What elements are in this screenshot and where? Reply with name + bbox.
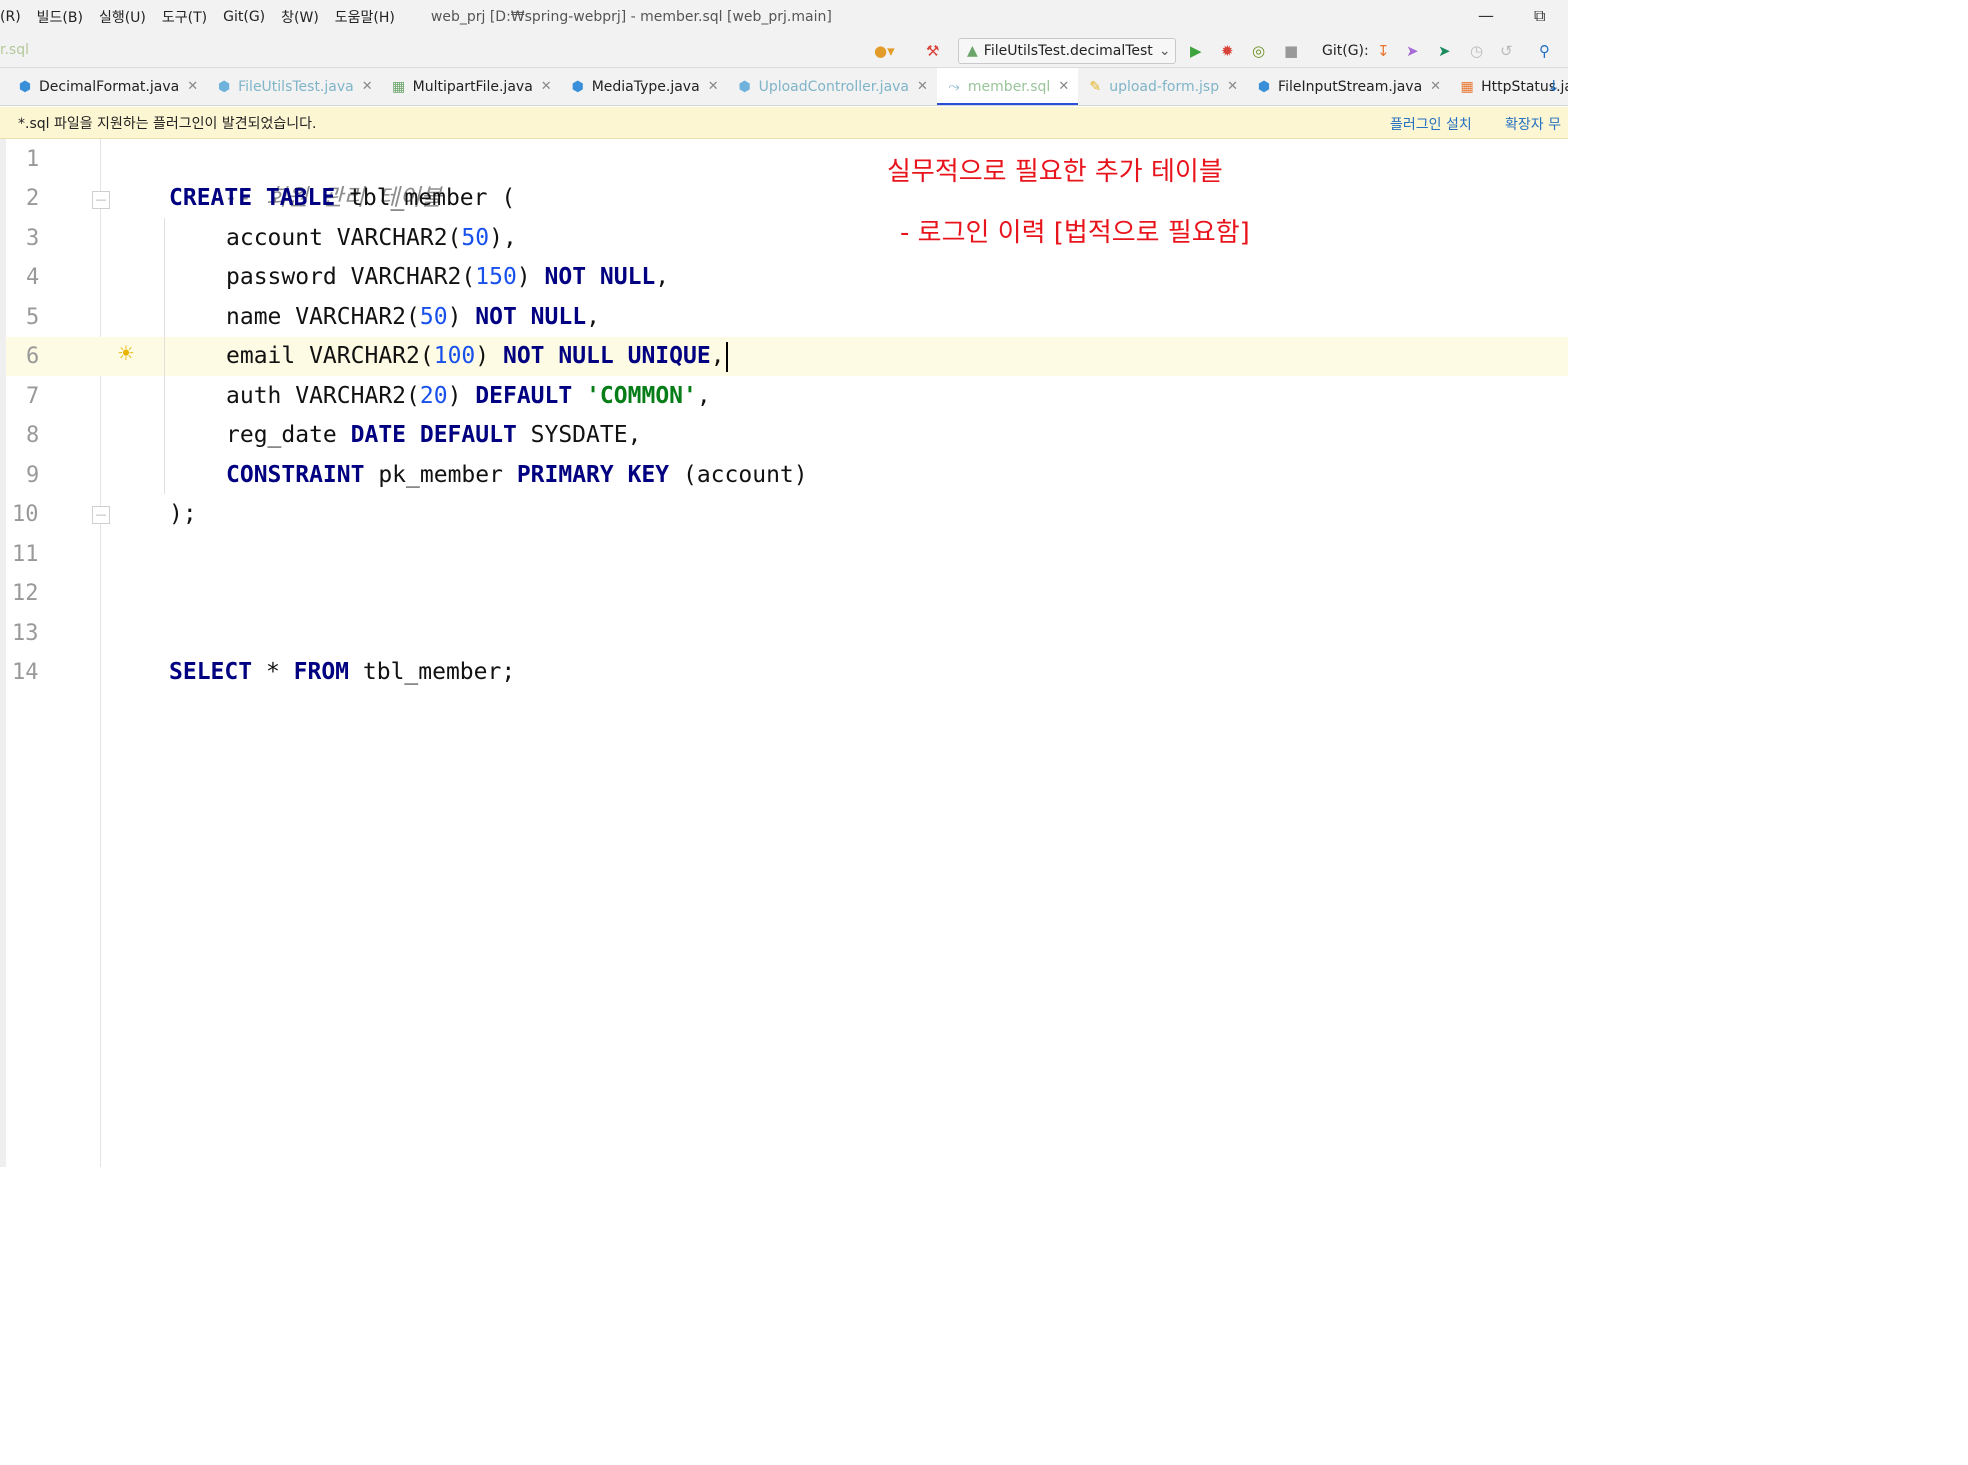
tab-multipartfile[interactable]: ▦ MultipartFile.java ✕: [382, 68, 561, 105]
fold-end-icon[interactable]: —: [92, 506, 110, 524]
code-editor[interactable]: 1 2 3 4 5 6 7 8 9 10 11 12 13 14 — — ☀ -…: [0, 139, 1568, 1167]
coverage-icon[interactable]: ◎: [1252, 42, 1265, 60]
fold-start-icon[interactable]: —: [92, 191, 110, 209]
run-config-selector[interactable]: ▲ FileUtilsTest.decimalTest ⌄: [958, 38, 1176, 64]
close-icon[interactable]: ✕: [541, 79, 552, 94]
ignore-extension-link[interactable]: 확장자 무: [1505, 114, 1561, 134]
hammer-icon[interactable]: ⚒: [926, 42, 939, 60]
text-caret: [725, 341, 728, 372]
close-icon[interactable]: ✕: [187, 79, 198, 94]
rollback-icon[interactable]: ↺: [1500, 42, 1513, 60]
interface-icon: ▦: [392, 78, 406, 95]
git-update-icon[interactable]: ↧: [1377, 42, 1390, 60]
install-plugin-link[interactable]: 플러그인 설치: [1390, 114, 1472, 134]
code-line-7: auth VARCHAR2(20) DEFAULT 'COMMON',: [226, 383, 711, 409]
enum-icon: ▦: [1460, 78, 1474, 95]
line-number: 2: [26, 186, 40, 211]
tab-mediatype[interactable]: ⬢ MediaType.java ✕: [561, 68, 728, 105]
chevron-down-icon: ⌄: [1158, 43, 1171, 59]
users-icon[interactable]: ●▾: [874, 42, 895, 60]
tab-list-chevron-icon[interactable]: ↓: [1547, 77, 1560, 95]
menu-item-git[interactable]: Git(G): [215, 9, 273, 25]
line-number: 12: [12, 581, 39, 606]
tab-member-sql[interactable]: ⤳ member.sql ✕: [936, 68, 1079, 105]
annotation-item: - 로그인 이력 [법적으로 필요함]: [900, 218, 1250, 248]
code-line-8: reg_date DATE DEFAULT SYSDATE,: [226, 422, 642, 448]
history-icon[interactable]: ◷: [1470, 42, 1483, 60]
stop-icon[interactable]: ■: [1284, 42, 1298, 60]
line-number: 13: [12, 621, 39, 646]
lightbulb-icon[interactable]: ☀: [117, 341, 135, 365]
annotation-title: 실무적으로 필요한 추가 테이블: [887, 157, 1223, 187]
line-number: 9: [26, 463, 40, 488]
close-icon[interactable]: ✕: [362, 79, 373, 94]
indent-guide: [164, 218, 165, 494]
menu-item-run[interactable]: 실행(U): [91, 7, 154, 27]
sql-file-icon: ⤳: [948, 78, 960, 95]
tab-fileinputstream[interactable]: ⬢ FileInputStream.java ✕: [1247, 68, 1450, 105]
breadcrumb[interactable]: r.sql: [0, 42, 29, 58]
run-config-label: FileUtilsTest.decimalTest: [983, 43, 1153, 59]
window-title: web_prj [D:₩spring-webprj] - member.sql …: [430, 9, 832, 25]
git-push-icon[interactable]: ➤: [1406, 42, 1419, 60]
line-number: 7: [26, 384, 40, 409]
close-icon[interactable]: ✕: [1227, 79, 1238, 94]
close-icon[interactable]: ✕: [1058, 79, 1069, 94]
close-icon[interactable]: ✕: [708, 79, 719, 94]
line-number: 1: [26, 147, 40, 172]
java-class-icon: ⬢: [738, 78, 751, 95]
line-number: 10: [12, 502, 39, 527]
code-line-14: SELECT * FROM tbl_member;: [169, 659, 516, 685]
menu-item-refactor[interactable]: (R): [0, 9, 29, 25]
code-line-1: -- 회원 관리 테이블: [224, 184, 442, 211]
line-number: 8: [26, 423, 40, 448]
toolbar: r.sql ●▾ ⚒ ▲ FileUtilsTest.decimalTest ⌄…: [0, 34, 1568, 68]
tab-decimalformat[interactable]: ⬢ DecimalFormat.java ✕: [8, 68, 207, 105]
code-line-10: );: [169, 501, 197, 527]
menu-bar: (R) 빌드(B) 실행(U) 도구(T) Git(G) 창(W) 도움말(H)…: [0, 0, 1568, 34]
line-number: 6: [26, 344, 40, 369]
line-number: 4: [26, 265, 40, 290]
line-number: 14: [12, 660, 39, 685]
menu-item-build[interactable]: 빌드(B): [29, 7, 91, 27]
code-line-4: password VARCHAR2(150) NOT NULL,: [226, 264, 670, 290]
debug-icon[interactable]: ✹: [1221, 42, 1234, 60]
line-number: 11: [12, 542, 39, 567]
restore-icon[interactable]: ⧉: [1534, 6, 1545, 26]
search-icon[interactable]: ⚲: [1539, 42, 1550, 60]
menu-item-tools[interactable]: 도구(T): [154, 7, 215, 27]
line-number: 3: [26, 226, 40, 251]
menu-item-window[interactable]: 창(W): [273, 7, 327, 27]
code-line-6: email VARCHAR2(100) NOT NULL UNIQUE,: [226, 337, 728, 377]
code-line-2: CREATE TABLE tbl_member (: [169, 185, 516, 211]
close-icon[interactable]: ✕: [1430, 79, 1441, 94]
java-test-icon: ⬢: [218, 78, 231, 95]
tab-uploadcontroller[interactable]: ⬢ UploadController.java ✕: [728, 68, 937, 105]
java-class-icon: ⬢: [1257, 78, 1271, 95]
plugin-notification: *.sql 파일을 지원하는 플러그인이 발견되었습니다. 플러그인 설치 확장…: [0, 107, 1568, 139]
tab-fileutilstest[interactable]: ⬢ FileUtilsTest.java ✕: [207, 68, 382, 105]
line-number: 5: [26, 305, 40, 330]
git-commit-icon[interactable]: ➤: [1438, 42, 1451, 60]
tab-upload-form[interactable]: ✎ upload-form.jsp ✕: [1078, 68, 1247, 105]
editor-tabs: ⬢ DecimalFormat.java ✕ ⬢ FileUtilsTest.j…: [0, 68, 1568, 106]
jsp-file-icon: ✎: [1089, 78, 1102, 95]
test-icon: ▲: [967, 43, 978, 59]
code-line-3: account VARCHAR2(50),: [226, 225, 517, 251]
minimize-icon[interactable]: —: [1478, 6, 1494, 25]
code-line-5: name VARCHAR2(50) NOT NULL,: [226, 304, 600, 330]
java-class-icon: ⬢: [18, 78, 32, 95]
git-label: Git(G):: [1322, 43, 1369, 59]
notification-message: *.sql 파일을 지원하는 플러그인이 발견되었습니다.: [18, 115, 317, 132]
java-class-icon: ⬢: [571, 78, 584, 95]
run-icon[interactable]: ▶: [1190, 42, 1202, 60]
code-line-9: CONSTRAINT pk_member PRIMARY KEY (accoun…: [226, 462, 808, 488]
close-icon[interactable]: ✕: [917, 79, 928, 94]
menu-item-help[interactable]: 도움말(H): [327, 7, 403, 27]
